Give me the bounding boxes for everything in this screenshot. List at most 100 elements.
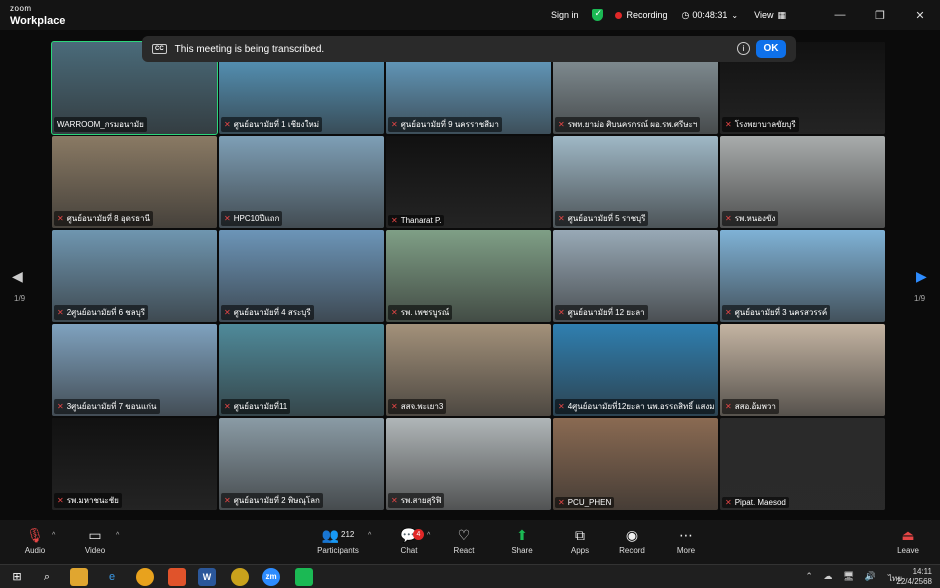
mic-muted-icon: ✕: [224, 308, 231, 317]
participant-name: รพ.สายสุริฟิ: [400, 496, 442, 505]
record-dot-icon: [615, 11, 623, 19]
participants-button[interactable]: 👥 212 Participants: [312, 526, 364, 555]
restore-icon[interactable]: ❐: [860, 9, 900, 22]
ok-button[interactable]: OK: [756, 40, 786, 58]
grid-icon[interactable]: ▦: [777, 10, 786, 21]
info-icon[interactable]: i: [737, 42, 750, 55]
taskbar-clock[interactable]: 14:11 22/4/2568: [896, 567, 932, 587]
participant-name: รพ.หนองขัง: [734, 214, 776, 223]
chat-button[interactable]: 💬 4 Chat: [384, 526, 434, 555]
react-button[interactable]: ♡ React: [439, 526, 489, 555]
video-tile[interactable]: ✕ ศูนย์อนามัยที่ 8 อุดรธานี: [52, 136, 217, 228]
recording-status[interactable]: Recording: [626, 10, 667, 20]
mic-muted-icon: ✕: [391, 120, 398, 129]
line-app-icon[interactable]: [295, 568, 313, 586]
participant-name-label: ✕ ศูนย์อนามัยที่11: [221, 399, 291, 414]
apps-button[interactable]: ⧉ Apps: [555, 526, 605, 555]
edge-icon[interactable]: e: [103, 568, 121, 586]
video-options-chevron-icon[interactable]: ^: [116, 532, 119, 539]
participant-name: ศูนย์อนามัยที่ 12 ยะลา: [567, 308, 645, 317]
minimize-icon[interactable]: —: [820, 9, 860, 21]
video-tile[interactable]: ✕ ศูนย์อนามัยที่11: [219, 324, 384, 416]
transcription-banner: CC This meeting is being transcribed. i …: [142, 36, 796, 62]
leave-button[interactable]: ⏏ Leave: [883, 526, 933, 555]
shield-icon[interactable]: [592, 8, 604, 21]
participant-name: สสอ.อ้มพวา: [734, 402, 776, 411]
file-explorer-icon[interactable]: [70, 568, 88, 586]
participant-name-label: ✕ ศูนย์อนามัยที่ 8 อุดรธานี: [54, 211, 153, 226]
search-icon[interactable]: ⌕: [38, 568, 56, 586]
video-tile[interactable]: ✕ HPC10ปีแถก: [219, 136, 384, 228]
video-tile[interactable]: ✕ รพ.มหาชนะชัย: [52, 418, 217, 510]
video-tile[interactable]: ✕ 4ศูนย์อนามัยที่12ยะลา นพ.อรรถสิทธิ์ แสง…: [553, 324, 718, 416]
video-tile[interactable]: ✕ ศูนย์อนามัยที่ 4 สระบุรี: [219, 230, 384, 322]
video-tile[interactable]: ✕ ศูนย์อนามัยที่ 3 นครสวรรค์: [720, 230, 885, 322]
prev-page-arrow-icon[interactable]: ◀: [12, 268, 23, 285]
close-icon[interactable]: ✕: [900, 9, 940, 22]
record-button[interactable]: ◉ Record: [607, 526, 657, 555]
brave-icon[interactable]: [168, 568, 186, 586]
more-button[interactable]: ⋯ More: [661, 526, 711, 555]
system-tray-icons[interactable]: ⌃ ☁ 🖥 🔊: [805, 571, 880, 582]
sign-in-link[interactable]: Sign in: [551, 10, 579, 20]
camera-icon: ▭: [88, 527, 102, 543]
participant-name: รพ.มหาชนะชัย: [66, 496, 119, 505]
page-indicator-left: 1/9: [14, 294, 26, 303]
participants-options-chevron-icon[interactable]: ^: [368, 532, 371, 539]
apps-label: Apps: [570, 546, 590, 555]
video-tile[interactable]: ✕ สสจ.พะเยา3: [386, 324, 551, 416]
participant-name: ศูนย์อนามัยที่ 1 เชียงใหม่: [233, 120, 320, 129]
participant-name-label: ✕ โรงพยาบาลขัยบุรี: [722, 117, 799, 132]
next-page-arrow-icon[interactable]: ▶: [916, 268, 927, 285]
video-tile[interactable]: ✕ รพ.หนองขัง: [720, 136, 885, 228]
video-tile[interactable]: ✕ ศูนย์อนามัยที่ 5 ราชบุรี: [553, 136, 718, 228]
zoom-app-icon[interactable]: zm: [262, 568, 280, 586]
participant-name-label: ✕ รพ.หนองขัง: [722, 211, 779, 226]
video-tile[interactable]: ✕ รพ. เพชรบูรณ์: [386, 230, 551, 322]
mic-muted-icon: ✕: [725, 214, 732, 223]
mic-muted-icon: ✕: [558, 498, 565, 507]
chrome-profile-icon[interactable]: [231, 568, 249, 586]
participant-name-label: ✕ รพ.มหาชนะชัย: [54, 493, 122, 508]
participant-name-label: ✕ ศูนย์อนามัยที่ 4 สระบุรี: [221, 305, 314, 320]
video-button[interactable]: ▭ Video: [70, 526, 120, 555]
participant-name: ศูนย์อนามัยที่ 2 พิษณุโลก: [233, 496, 320, 505]
windows-start-icon[interactable]: ⊞: [8, 568, 26, 586]
participant-name: ศูนย์อนามัยที่11: [233, 402, 288, 411]
participant-name-label: ✕ ศูนย์อนามัยที่ 5 ราชบุรี: [555, 211, 649, 226]
participant-name-label: ✕ สสอ.อ้มพวา: [722, 399, 779, 414]
participant-name-label: ✕ Thanarat P.: [388, 215, 445, 226]
video-tile[interactable]: ✕ ศูนย์อนามัยที่ 2 พิษณุโลก: [219, 418, 384, 510]
video-tile[interactable]: ✕ 2ศูนย์อนามัยที่ 6 ชลบุรี: [52, 230, 217, 322]
leave-label: Leave: [897, 546, 919, 555]
video-tile[interactable]: ✕ PCU_PHEN: [553, 418, 718, 510]
audio-button[interactable]: 🎙 Audio: [10, 526, 60, 555]
share-button[interactable]: ⬆ Share: [497, 526, 547, 555]
share-label: Share: [511, 546, 533, 555]
video-tile[interactable]: ✕ สสอ.อ้มพวา: [720, 324, 885, 416]
video-tile[interactable]: ✕ Pipat. Maesod: [720, 418, 885, 510]
participant-name: 2ศูนย์อนามัยที่ 6 ชลบุรี: [66, 308, 145, 317]
more-icon: ⋯: [679, 527, 693, 543]
chevron-down-icon[interactable]: ⌄: [731, 11, 738, 20]
video-tile[interactable]: ✕ รพ.สายสุริฟิ: [386, 418, 551, 510]
audio-options-chevron-icon[interactable]: ^: [52, 532, 55, 539]
video-tile[interactable]: ✕ ศูนย์อนามัยที่ 12 ยะลา: [553, 230, 718, 322]
word-icon[interactable]: W: [198, 568, 216, 586]
video-grid: WARROOM_กรมอนามัย ✕ ศูนย์อนามัยที่ 1 เชียง…: [51, 41, 888, 512]
chrome-icon[interactable]: [136, 568, 154, 586]
view-button[interactable]: View: [754, 10, 773, 20]
participant-name-label: ✕ สสจ.พะเยา3: [388, 399, 447, 414]
logo-line1: zoom: [10, 4, 32, 13]
participant-name-label: ✕ PCU_PHEN: [555, 497, 615, 508]
video-tile[interactable]: ✕ 3ศูนย์อนามัยที่ 7 ขอนแก่น: [52, 324, 217, 416]
participants-icon: 👥 212: [321, 527, 355, 543]
video-tile[interactable]: ✕ Thanarat P.: [386, 136, 551, 228]
participant-name-label: ✕ ศูนย์อนามัยที่ 2 พิษณุโลก: [221, 493, 323, 508]
participant-name: Pipat. Maesod: [734, 498, 786, 507]
chat-options-chevron-icon[interactable]: ^: [427, 532, 430, 539]
meeting-timer: 00:48:31: [692, 10, 728, 20]
mic-muted-icon: ✕: [391, 216, 398, 225]
logo-line2: Workplace: [10, 15, 66, 27]
record-label: Record: [619, 546, 645, 555]
